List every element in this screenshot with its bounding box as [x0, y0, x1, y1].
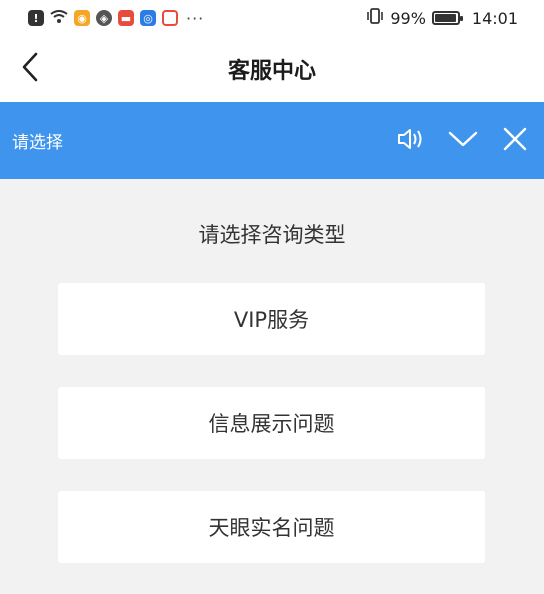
page-title: 客服中心 [227, 59, 316, 84]
section-title: 请选择咨询类型 [198, 223, 346, 247]
back-button[interactable] [10, 49, 50, 89]
weibo-icon: ◉ [74, 10, 90, 26]
status-bar: ! ◉ ◈ ▬ ◎ ··· 99% 14:01 [0, 0, 544, 36]
prompt-bar: 请选择 [0, 102, 544, 179]
close-icon [503, 127, 527, 155]
option-info-display[interactable]: 信息展示问题 [58, 387, 485, 459]
app-icon: ◈ [96, 10, 112, 26]
clock-time: 14:01 [471, 8, 518, 28]
speaker-icon [396, 126, 426, 156]
alert-icon: ! [28, 10, 44, 26]
option-vip-service[interactable]: VIP服务 [58, 283, 485, 355]
prompt-actions [396, 102, 530, 179]
vibrate-icon [366, 8, 384, 28]
app-blue-icon: ◎ [140, 10, 156, 26]
status-icons-right: 99% 14:01 [366, 8, 518, 28]
speaker-button[interactable] [396, 126, 426, 156]
app-red-icon: ▬ [118, 10, 134, 26]
close-button[interactable] [500, 126, 530, 156]
navigation-header: 客服中心 [0, 36, 544, 102]
wifi-icon [50, 9, 68, 28]
option-real-name[interactable]: 天眼实名问题 [58, 491, 485, 563]
battery-percent: 99% [390, 8, 426, 28]
app-red-outline-icon [162, 10, 178, 26]
chevron-left-icon [20, 52, 40, 86]
more-notifications-indicator: ··· [186, 8, 205, 28]
collapse-button[interactable] [448, 126, 478, 156]
battery-icon [431, 11, 463, 25]
main-content: 请选择咨询类型 VIP服务 信息展示问题 天眼实名问题 [0, 179, 544, 594]
status-icons-left: ! ◉ ◈ ▬ ◎ ··· [28, 9, 204, 28]
option-list: VIP服务 信息展示问题 天眼实名问题 [58, 283, 485, 594]
chevron-down-icon [448, 129, 478, 153]
prompt-label: 请选择 [12, 133, 63, 153]
